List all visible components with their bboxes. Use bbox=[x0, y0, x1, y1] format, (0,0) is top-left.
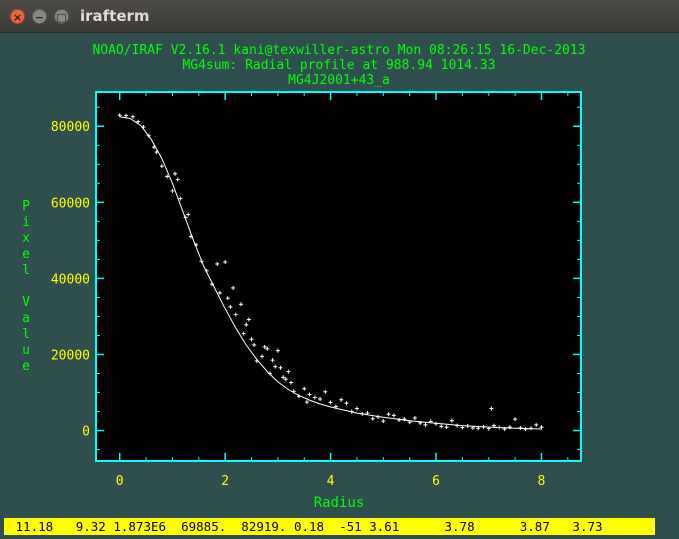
close-icon: × bbox=[12, 11, 23, 24]
cursor-readout-bar: 11.18 9.32 1.873E6 69885. 82919. 0.18 -5… bbox=[4, 518, 655, 535]
window-title: irafterm bbox=[80, 7, 150, 25]
x-tick-label: 8 bbox=[538, 474, 546, 489]
y-axis-label-char: l bbox=[22, 327, 30, 342]
y-tick-label: 60000 bbox=[51, 196, 90, 211]
x-tick-label: 2 bbox=[221, 474, 229, 489]
y-axis-label-char: l bbox=[22, 263, 30, 278]
x-tick-label: 0 bbox=[116, 474, 124, 489]
minimize-icon: − bbox=[34, 11, 45, 24]
maximize-window-button[interactable]: □ bbox=[54, 9, 69, 24]
x-tick-label: 4 bbox=[327, 474, 335, 489]
y-axis-label-char: P bbox=[22, 199, 30, 214]
plot-frame bbox=[95, 91, 582, 462]
y-axis-label-char: u bbox=[22, 343, 30, 358]
x-axis-label: Radius bbox=[314, 495, 365, 511]
plot-title: MG4J2001+43_a bbox=[288, 73, 390, 88]
minimize-window-button[interactable]: − bbox=[32, 9, 47, 24]
y-axis-label: PixelValue bbox=[22, 199, 30, 374]
y-tick-label: 40000 bbox=[51, 272, 90, 287]
plot-header-system-line: NOAO/IRAF V2.16.1 kani@texwiller-astro M… bbox=[92, 43, 585, 58]
graphics-window[interactable]: NOAO/IRAF V2.16.1 kani@texwiller-astro M… bbox=[4, 33, 675, 536]
maximize-icon: □ bbox=[56, 11, 67, 24]
y-axis-label-char: V bbox=[22, 295, 30, 310]
y-axis-label-char: e bbox=[22, 247, 30, 262]
y-axis-label-char: a bbox=[22, 311, 30, 326]
y-tick-label: 20000 bbox=[51, 348, 90, 363]
close-window-button[interactable]: × bbox=[10, 9, 25, 24]
plot-header-task-line: MG4sum: Radial profile at 988.94 1014.33 bbox=[182, 58, 495, 73]
y-axis-label-char: x bbox=[22, 231, 30, 246]
radial-profile-plot: NOAO/IRAF V2.16.1 kani@texwiller-astro M… bbox=[22, 43, 585, 511]
x-tick-label: 6 bbox=[432, 474, 440, 489]
y-axis-label-char: e bbox=[22, 359, 30, 374]
y-axis-label-char: i bbox=[22, 215, 30, 230]
plot-area: 0 2 4 6 8 0 20000 40000 60000 80000 bbox=[51, 91, 582, 489]
y-tick-label: 80000 bbox=[51, 120, 90, 135]
y-tick-label: 0 bbox=[82, 425, 90, 440]
window-titlebar[interactable]: × − □ irafterm bbox=[0, 0, 679, 33]
